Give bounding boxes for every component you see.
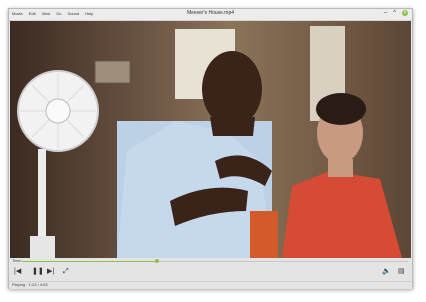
window-title: Meeser's House.mp4 [186,10,235,16]
seek-bar[interactable] [22,259,408,263]
video-frame[interactable] [10,21,411,258]
time-label: Time: [12,258,22,263]
controls-bar: |◀ ❚❚ ▶| ⤢ 🔈 ▤ [9,265,412,281]
seek-handle[interactable] [155,259,160,263]
video-image [10,21,411,258]
video-player-window: Movie Edit View Go Sound Help Meeser's H… [8,8,413,289]
skip-forward-icon[interactable]: ▶| [47,268,54,276]
titlebar: Movie Edit View Go Sound Help Meeser's H… [9,9,412,21]
sidebar-icon[interactable]: ▤ [398,268,405,276]
maximize-icon[interactable]: ^ [393,10,396,16]
fullscreen-icon[interactable]: ⤢ [63,268,69,276]
time-bar: Time: [9,258,412,265]
status-bar: Playing · 1:23 / 4:03 [9,281,412,289]
playback-status: Playing · 1:23 / 4:03 [12,282,48,287]
close-icon[interactable]: × [402,10,408,16]
window-buttons: – ^ × [384,10,408,16]
pause-icon[interactable]: ❚❚ [32,268,44,276]
minimize-icon[interactable]: – [384,10,387,16]
skip-back-icon[interactable]: |◀ [14,268,21,276]
seek-progress [22,261,158,262]
volume-icon[interactable]: 🔈 [382,268,391,276]
